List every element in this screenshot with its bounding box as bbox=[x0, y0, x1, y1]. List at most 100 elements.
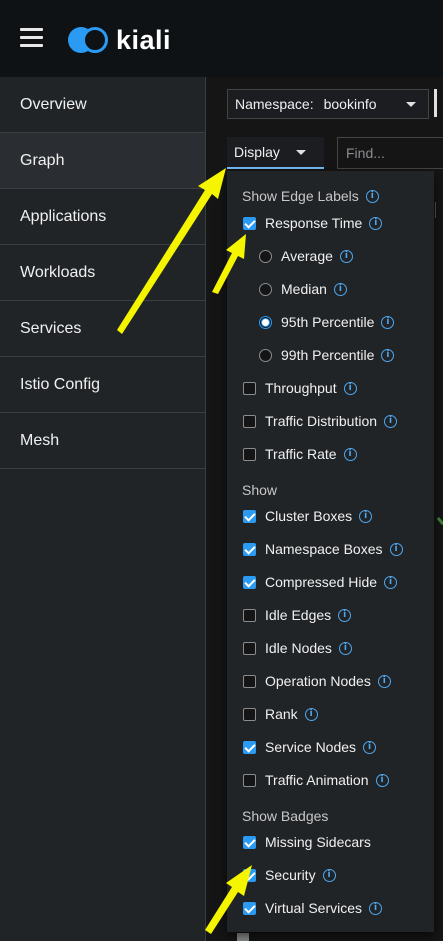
chevron-down-icon bbox=[406, 102, 416, 107]
section-edge-labels: Show Edge Labels i bbox=[242, 188, 379, 204]
section-edge-labels-title: Show Edge Labels bbox=[242, 188, 359, 204]
hamburger-menu-icon[interactable] bbox=[20, 28, 43, 48]
option-operation-nodes[interactable]: Operation Nodes i bbox=[243, 673, 391, 689]
sidebar-item-mesh[interactable]: Mesh bbox=[0, 413, 205, 469]
radio[interactable] bbox=[259, 249, 272, 263]
info-icon[interactable]: i bbox=[338, 641, 352, 655]
option-label: 95th Percentile bbox=[281, 314, 375, 330]
option-rank[interactable]: Rank i bbox=[243, 706, 318, 722]
option-label: Operation Nodes bbox=[265, 673, 371, 689]
checkbox[interactable] bbox=[243, 740, 256, 754]
info-icon[interactable]: i bbox=[381, 315, 395, 329]
checkbox[interactable] bbox=[243, 901, 256, 915]
option-namespace-boxes[interactable]: Namespace Boxes i bbox=[243, 541, 403, 557]
sidebar-item-graph[interactable]: Graph bbox=[0, 133, 205, 189]
info-icon[interactable]: i bbox=[322, 868, 336, 882]
checkbox[interactable] bbox=[243, 447, 256, 461]
info-icon[interactable]: i bbox=[304, 707, 318, 721]
option-label: Traffic Animation bbox=[265, 772, 369, 788]
info-icon[interactable]: i bbox=[359, 509, 373, 523]
option-missing-sidecars[interactable]: Missing Sidecars bbox=[243, 834, 371, 850]
radio-99th-percentile[interactable]: 99th Percentile i bbox=[259, 347, 395, 363]
option-label: Namespace Boxes bbox=[265, 541, 383, 557]
info-icon[interactable]: i bbox=[343, 381, 357, 395]
info-icon[interactable]: i bbox=[369, 901, 383, 915]
option-security[interactable]: Security i bbox=[243, 867, 336, 883]
display-label: Display bbox=[234, 144, 280, 160]
section-show: Show bbox=[242, 482, 277, 498]
kiali-logo[interactable]: kiali bbox=[68, 24, 171, 56]
option-label: Traffic Rate bbox=[265, 446, 337, 462]
radio-average[interactable]: Average i bbox=[259, 248, 353, 264]
option-idle-nodes[interactable]: Idle Nodes i bbox=[243, 640, 352, 656]
option-traffic-distribution[interactable]: Traffic Distribution i bbox=[243, 413, 398, 429]
info-icon[interactable]: i bbox=[369, 216, 383, 230]
checkbox[interactable] bbox=[243, 216, 256, 230]
option-virtual-services[interactable]: Virtual Services i bbox=[243, 900, 383, 916]
radio[interactable] bbox=[259, 315, 272, 329]
option-label: Compressed Hide bbox=[265, 574, 378, 590]
option-label: Missing Sidecars bbox=[265, 834, 371, 850]
graph-edge bbox=[436, 516, 443, 526]
option-label: Service Nodes bbox=[265, 739, 357, 755]
checkbox[interactable] bbox=[243, 674, 256, 688]
option-label: Median bbox=[281, 281, 327, 297]
option-response-time[interactable]: Response Time i bbox=[243, 215, 383, 231]
sidebar-item-workloads[interactable]: Workloads bbox=[0, 245, 205, 301]
option-label: Average bbox=[281, 248, 333, 264]
sidebar-item-applications[interactable]: Applications bbox=[0, 189, 205, 245]
checkbox[interactable] bbox=[243, 773, 256, 787]
info-icon[interactable]: i bbox=[384, 414, 398, 428]
checkbox[interactable] bbox=[243, 542, 256, 556]
info-icon[interactable]: i bbox=[365, 189, 379, 203]
kiali-logo-icon bbox=[68, 25, 114, 55]
display-dropdown-menu: Show Edge Labels i Response Time i Average… bbox=[227, 171, 434, 932]
option-service-nodes[interactable]: Service Nodes i bbox=[243, 739, 377, 755]
option-label: Idle Nodes bbox=[265, 640, 332, 656]
checkbox[interactable] bbox=[243, 641, 256, 655]
section-show-title: Show bbox=[242, 482, 278, 498]
radio[interactable] bbox=[259, 348, 272, 362]
option-traffic-rate[interactable]: Traffic Rate i bbox=[243, 446, 357, 462]
option-label: Throughput bbox=[265, 380, 337, 396]
info-icon[interactable]: i bbox=[339, 249, 353, 263]
display-dropdown-button[interactable]: Display bbox=[227, 137, 324, 169]
option-traffic-animation[interactable]: Traffic Animation i bbox=[243, 772, 389, 788]
section-badges-title: Show Badges bbox=[242, 808, 329, 824]
info-icon[interactable]: i bbox=[363, 740, 377, 754]
logo-text: kiali bbox=[116, 24, 172, 55]
checkbox[interactable] bbox=[243, 868, 256, 882]
namespace-value: bookinfo bbox=[323, 96, 377, 112]
radio[interactable] bbox=[259, 282, 272, 296]
checkbox[interactable] bbox=[243, 835, 256, 849]
checkbox[interactable] bbox=[243, 575, 256, 589]
sidebar-item-services[interactable]: Services bbox=[0, 301, 205, 357]
info-icon[interactable]: i bbox=[338, 608, 352, 622]
checkbox[interactable] bbox=[243, 608, 256, 622]
radio-95th-percentile[interactable]: 95th Percentile i bbox=[259, 314, 395, 330]
radio-median[interactable]: Median i bbox=[259, 281, 347, 297]
info-icon[interactable]: i bbox=[343, 447, 357, 461]
option-label: Response Time bbox=[265, 215, 363, 231]
info-icon[interactable]: i bbox=[381, 348, 395, 362]
find-input[interactable]: Find... bbox=[337, 137, 443, 169]
info-icon[interactable]: i bbox=[333, 282, 347, 296]
option-idle-edges[interactable]: Idle Edges i bbox=[243, 607, 352, 623]
info-icon[interactable]: i bbox=[384, 575, 398, 589]
info-icon[interactable]: i bbox=[375, 773, 389, 787]
option-cluster-boxes[interactable]: Cluster Boxes i bbox=[243, 508, 373, 524]
chevron-down-icon bbox=[296, 150, 306, 155]
option-label: Security bbox=[265, 867, 316, 883]
checkbox[interactable] bbox=[243, 414, 256, 428]
option-compressed-hide[interactable]: Compressed Hide i bbox=[243, 574, 398, 590]
option-label: Rank bbox=[265, 706, 298, 722]
checkbox[interactable] bbox=[243, 509, 256, 523]
option-throughput[interactable]: Throughput i bbox=[243, 380, 357, 396]
checkbox[interactable] bbox=[243, 381, 256, 395]
sidebar-item-istio-config[interactable]: Istio Config bbox=[0, 357, 205, 413]
sidebar-item-overview[interactable]: Overview bbox=[0, 77, 205, 133]
checkbox[interactable] bbox=[243, 707, 256, 721]
info-icon[interactable]: i bbox=[389, 542, 403, 556]
info-icon[interactable]: i bbox=[377, 674, 391, 688]
namespace-select[interactable]: Namespace: bookinfo bbox=[227, 89, 429, 119]
